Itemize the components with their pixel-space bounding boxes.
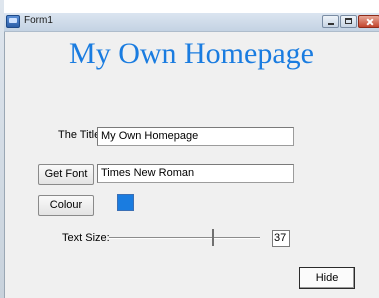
title-bar[interactable]: Form1 xyxy=(4,13,379,32)
colour-button[interactable]: Colour xyxy=(38,195,94,216)
maximize-icon[interactable] xyxy=(340,15,357,28)
minimize-icon[interactable] xyxy=(322,15,339,28)
slider-thumb[interactable] xyxy=(211,229,214,246)
hide-button[interactable]: Hide xyxy=(299,267,355,289)
text-size-value: 37 xyxy=(272,230,290,247)
window-title: Form1 xyxy=(24,15,53,26)
close-icon[interactable] xyxy=(358,15,379,28)
text-size-label: Text Size: xyxy=(62,232,110,244)
app-window-icon xyxy=(6,15,20,28)
font-name-input[interactable]: Times New Roman xyxy=(97,164,294,183)
title-input[interactable]: My Own Homepage xyxy=(97,127,294,146)
page-heading: My Own Homepage xyxy=(69,37,314,70)
colour-swatch xyxy=(117,194,134,211)
slider-track xyxy=(109,237,260,239)
get-font-button[interactable]: Get Font xyxy=(38,164,94,185)
text-size-slider[interactable] xyxy=(106,228,264,248)
